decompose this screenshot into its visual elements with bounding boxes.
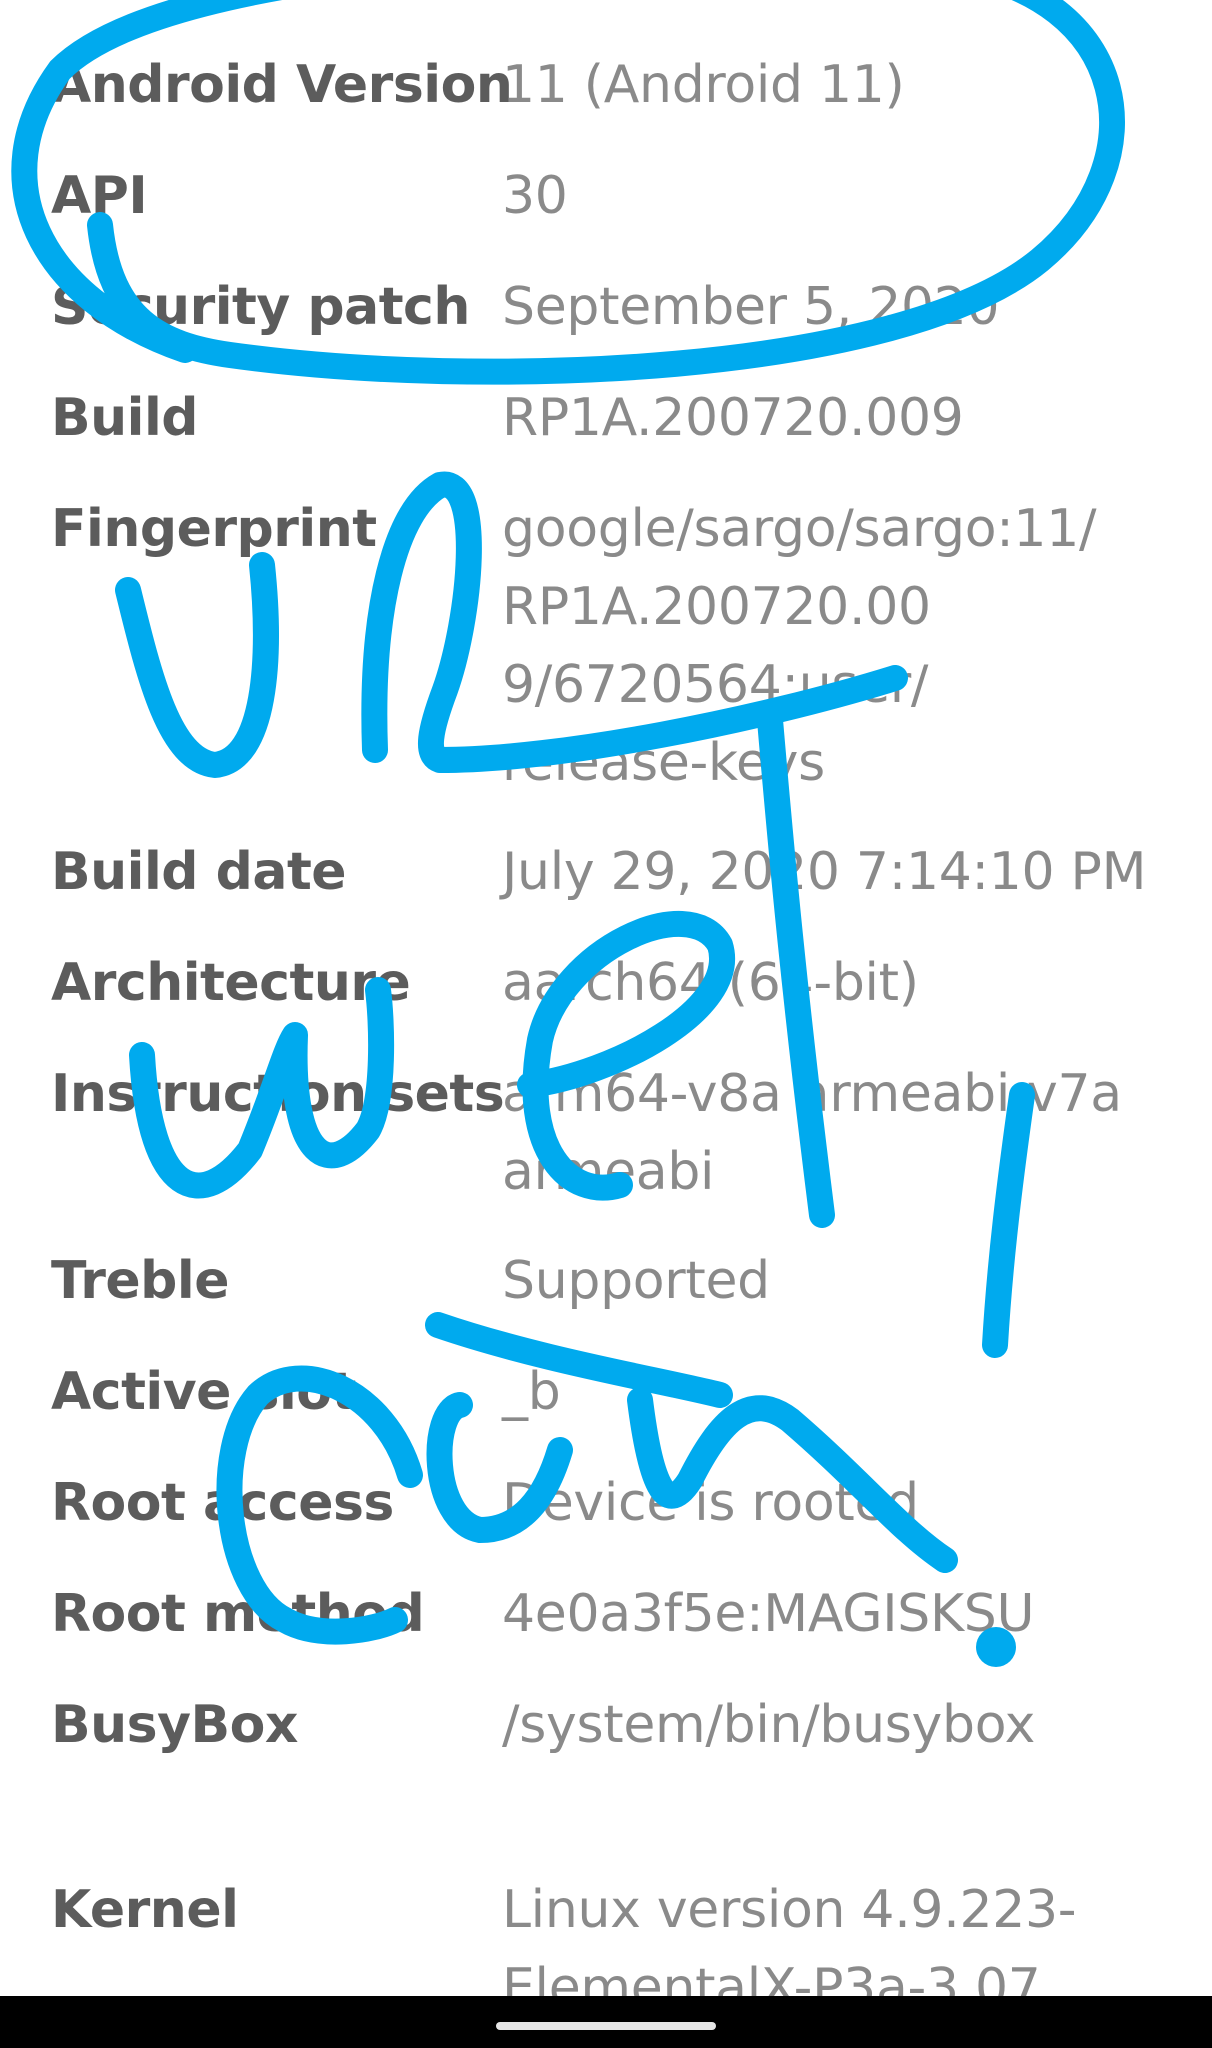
row-value-line: RP1A.200720.009 [502, 388, 964, 448]
row-value-line: 30 [502, 166, 568, 226]
row-value: aarch64 (64-bit) [502, 944, 1182, 1022]
row-label: Fingerprint [51, 499, 377, 559]
row-value-line: /system/bin/busybox [502, 1695, 1036, 1755]
row-value: Linux version 4.9.223- ElementalX-P3a-3.… [502, 1871, 1182, 1996]
row-label: Security patch [51, 277, 470, 337]
row-value-line: release-keys [502, 733, 825, 793]
row-value-line: July 29, 2020 7:14:10 PM [502, 842, 1147, 902]
row-value-line: 9/6720564:user/ [502, 655, 929, 715]
row-value-line: 4e0a3f5e:MAGISKSU [502, 1584, 1035, 1644]
row-value-line: 11 (Android 11) [502, 55, 905, 115]
row-value: _b [502, 1353, 1182, 1431]
row-value-line: September 5, 2020 [502, 277, 1000, 337]
row-value: 30 [502, 157, 1182, 235]
row-value-line: aarch64 (64-bit) [502, 953, 919, 1013]
row-value-line: Supported [502, 1251, 770, 1311]
row-value: 11 (Android 11) [502, 46, 1182, 124]
row-value: Supported [502, 1242, 1182, 1320]
row-label: Build [51, 388, 199, 448]
row-value: Device is rooted [502, 1464, 1182, 1542]
row-label: Architecture [51, 953, 411, 1013]
row-label: BusyBox [51, 1695, 298, 1755]
row-value-line: Device is rooted [502, 1473, 919, 1533]
row-value: 4e0a3f5e:MAGISKSU [502, 1575, 1182, 1653]
row-value: RP1A.200720.009 [502, 379, 1182, 457]
row-value-line: RP1A.200720.00 [502, 577, 931, 637]
row-label: Instruction sets [51, 1064, 505, 1124]
row-label: API [51, 166, 148, 226]
row-value-line: Linux version 4.9.223- [502, 1880, 1077, 1940]
gesture-handle-icon[interactable] [496, 2022, 716, 2030]
row-label: Build date [51, 842, 347, 902]
row-label: Kernel [51, 1880, 239, 1940]
row-value: google/sargo/sargo:11/ RP1A.200720.00 9/… [502, 490, 1182, 802]
row-value-line: arm64-v8a armeabi-v7a [502, 1064, 1122, 1124]
row-label: Active slot [51, 1362, 356, 1422]
row-value-line: _b [502, 1362, 561, 1422]
row-value: arm64-v8a armeabi-v7a armeabi [502, 1055, 1182, 1211]
row-value-line: google/sargo/sargo:11/ [502, 499, 1097, 559]
row-label: Root access [51, 1473, 394, 1533]
row-value: /system/bin/busybox [502, 1686, 1182, 1764]
system-navigation-bar[interactable] [0, 1996, 1212, 2048]
row-value-line: ElementalX-P3a-3.07 [502, 1958, 1041, 1996]
row-value: September 5, 2020 [502, 268, 1182, 346]
device-info-screen: Android Version 11 (Android 11) API 30 S… [0, 0, 1212, 1996]
row-label: Treble [51, 1251, 229, 1311]
row-value-line: armeabi [502, 1142, 715, 1202]
row-label: Android Version [51, 55, 513, 115]
row-label: Root method [51, 1584, 425, 1644]
row-value: July 29, 2020 7:14:10 PM [502, 833, 1182, 911]
